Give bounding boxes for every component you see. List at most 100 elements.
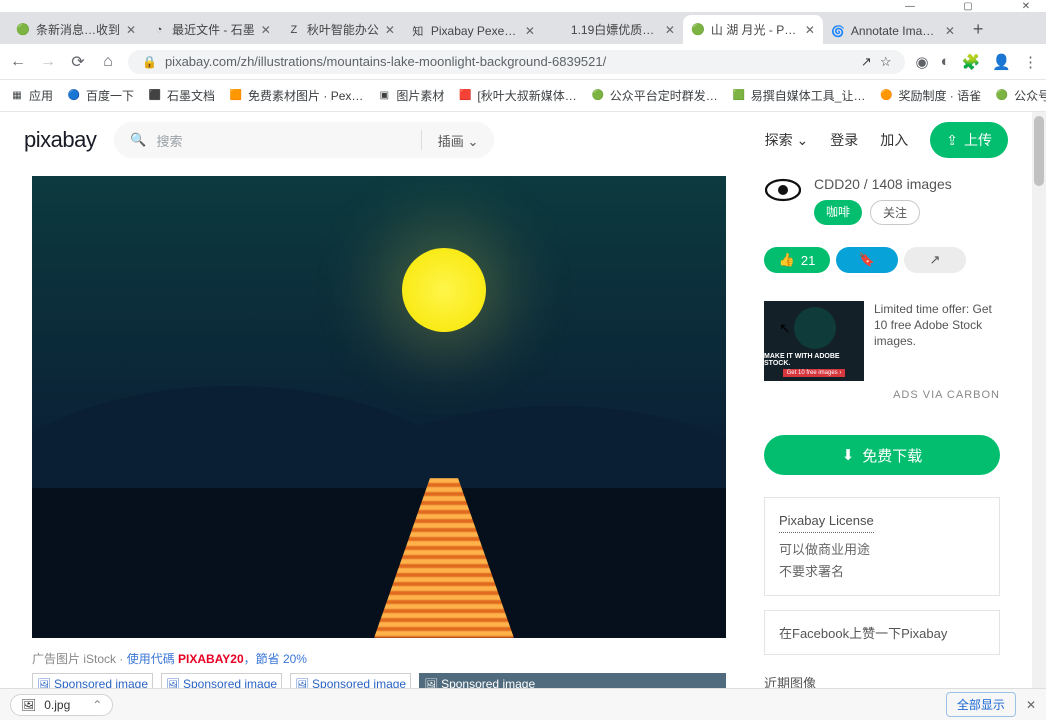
- sponsored-image[interactable]: Sponsored image: [419, 673, 726, 688]
- close-shelf-button[interactable]: ✕: [1026, 698, 1036, 712]
- tab-0[interactable]: 🟢条新消息…收到✕: [8, 15, 144, 44]
- tab-title: 山 湖 月光 - Pix…: [711, 21, 799, 38]
- upload-label: 上传: [964, 130, 992, 150]
- bookmark-item[interactable]: 🟧 免费素材图片 · Pex…: [229, 87, 363, 104]
- menu-icon[interactable]: ⋮: [1023, 53, 1038, 71]
- main-column: 广告图片 iStock · 使用代碼 PIXABAY20，節省 20% Spon…: [32, 176, 726, 688]
- nav-home-button[interactable]: ⌂: [98, 52, 118, 72]
- bookmark-item[interactable]: ▣图片素材: [377, 87, 444, 104]
- bookmarks-bar: ▦应用 🔵百度一下 ⬛石墨文档 🟧 免费素材图片 · Pex… ▣图片素材 🟥[秋…: [0, 80, 1046, 112]
- scrollbar-thumb[interactable]: [1034, 116, 1044, 186]
- author-avatar[interactable]: [764, 176, 802, 204]
- follow-button[interactable]: 关注: [870, 200, 920, 225]
- share-button[interactable]: ↗: [904, 247, 966, 273]
- bookmark-item[interactable]: ⬛石墨文档: [148, 87, 215, 104]
- show-all-downloads[interactable]: 全部显示: [946, 692, 1016, 717]
- window-max-button[interactable]: ▢: [954, 1, 982, 12]
- nav-reload-button[interactable]: ⟳: [68, 52, 88, 72]
- bookmark-label: 免费素材图片 · Pex…: [248, 87, 363, 104]
- author-name[interactable]: CDD20 / 1408 images: [814, 176, 952, 192]
- window-titlebar: — ▢ ✕: [0, 0, 1046, 12]
- ext-icon-1[interactable]: ◉: [915, 53, 928, 71]
- toolbar-right: ◉ ◐ 🧩 👤 ⋮: [915, 53, 1038, 71]
- close-icon[interactable]: ✕: [261, 23, 271, 37]
- close-icon[interactable]: ✕: [525, 24, 535, 38]
- close-icon[interactable]: ✕: [126, 23, 136, 37]
- tab-4[interactable]: 1.19白嫖优质资… ✕: [543, 15, 683, 44]
- nav-back-button[interactable]: ←: [8, 52, 28, 72]
- author-block: CDD20 / 1408 images 咖啡 关注: [764, 176, 1000, 225]
- bookmark-item[interactable]: 🟥[秋叶大叔新媒体…: [458, 87, 576, 104]
- tab-favicon: Z: [287, 23, 301, 37]
- tab-favicon: 🟢: [16, 23, 30, 37]
- new-tab-button[interactable]: +: [963, 15, 994, 44]
- facebook-box[interactable]: 在Facebook上赞一下Pixabay: [764, 610, 1000, 655]
- coffee-button[interactable]: 咖啡: [814, 200, 862, 225]
- star-icon[interactable]: ☆: [880, 54, 892, 70]
- bookmark-icon: 🟧: [229, 89, 243, 103]
- ad-block[interactable]: MAKE IT WITH ADOBE STOCK. Get 10 free im…: [764, 301, 1000, 381]
- profile-icon[interactable]: 👤: [992, 53, 1011, 71]
- apps-icon: ▦: [10, 89, 24, 103]
- tab-title: 1.19白嫖优质资…: [571, 21, 659, 38]
- nav-join[interactable]: 加入: [880, 130, 908, 150]
- sponsored-image[interactable]: Sponsored image: [290, 673, 411, 688]
- tab-favicon: [551, 23, 565, 37]
- close-icon[interactable]: ✕: [665, 23, 675, 37]
- extensions-icon[interactable]: 🧩: [962, 53, 981, 71]
- tab-favicon: 知: [411, 24, 425, 38]
- tab-title: Pixabay Pexels…: [431, 24, 519, 38]
- download-button[interactable]: ⬇ 免费下载: [764, 435, 1000, 475]
- hero-image[interactable]: [32, 176, 726, 638]
- download-chip[interactable]: 🖼 0.jpg ⌃: [10, 694, 113, 716]
- ext-icon-2[interactable]: ◐: [941, 53, 950, 70]
- window-close-button[interactable]: ✕: [1012, 1, 1040, 12]
- tab-1[interactable]: ◔最近文件 - 石墨✕: [144, 15, 279, 44]
- istock-link[interactable]: 使用代碼 PIXABAY20，節省 20%: [127, 652, 307, 666]
- eye-icon: [765, 178, 801, 202]
- bookmark-item[interactable]: 🔵百度一下: [67, 87, 134, 104]
- tab-5-active[interactable]: 🟢 山 湖 月光 - Pix… ✕: [683, 15, 823, 44]
- bookmark-icon: 🟩: [732, 89, 746, 103]
- bookmark-icon: 🟢: [591, 89, 605, 103]
- upload-button[interactable]: ⇪上传: [930, 122, 1008, 158]
- bookmark-item[interactable]: 🟢公众号: [995, 87, 1046, 104]
- pixabay-logo[interactable]: pixabay: [24, 127, 96, 153]
- license-line: 可以做商业用途: [779, 542, 870, 557]
- window-min-button[interactable]: —: [896, 1, 924, 12]
- page-scrollbar[interactable]: [1032, 112, 1046, 688]
- search-category[interactable]: 插画 ⌄: [438, 131, 479, 150]
- save-button[interactable]: 🔖: [836, 247, 898, 273]
- tab-favicon: ◔: [152, 23, 166, 37]
- site-search[interactable]: 🔍 搜索 插画 ⌄: [114, 122, 494, 158]
- chevron-up-icon[interactable]: ⌃: [92, 698, 102, 712]
- close-icon[interactable]: ✕: [945, 24, 955, 38]
- page-viewport: pixabay 🔍 搜索 插画 ⌄ 探索 ⌄ 登录 加入 ⇪上传: [0, 112, 1046, 688]
- sponsored-image[interactable]: Sponsored image: [32, 673, 153, 688]
- close-icon[interactable]: ✕: [805, 23, 815, 37]
- license-title[interactable]: Pixabay License: [779, 510, 874, 533]
- bookmark-label: 公众平台定时群发…: [610, 87, 718, 104]
- omnibox[interactable]: 🔒 pixabay.com/zh/illustrations/mountains…: [128, 50, 905, 74]
- tab-favicon: 🟢: [691, 23, 705, 37]
- bookmark-item[interactable]: 🟢 公众平台定时群发…: [591, 87, 718, 104]
- ad-text: Limited time offer: Get 10 free Adobe St…: [874, 301, 1000, 381]
- nav-forward-button[interactable]: →: [38, 52, 58, 72]
- license-box: Pixabay License 可以做商业用途 不要求署名: [764, 497, 1000, 596]
- like-button[interactable]: 👍21: [764, 247, 830, 273]
- share-icon[interactable]: ↗: [861, 54, 872, 70]
- search-icon: 🔍: [130, 132, 146, 148]
- tab-2[interactable]: Z秋叶智能办公✕: [279, 15, 403, 44]
- nav-login[interactable]: 登录: [830, 130, 858, 150]
- close-icon[interactable]: ✕: [385, 23, 395, 37]
- bookmark-item[interactable]: 🟠奖励制度 · 语雀: [879, 87, 981, 104]
- sponsored-image[interactable]: Sponsored image: [161, 673, 282, 688]
- action-row: 👍21 🔖 ↗: [764, 247, 1000, 273]
- bookmark-apps[interactable]: ▦应用: [10, 87, 53, 104]
- tab-3[interactable]: 知 Pixabay Pexels… ✕: [403, 18, 543, 44]
- bookmark-item[interactable]: 🟩易撰自媒体工具_让…: [732, 87, 866, 104]
- nav-explore[interactable]: 探索 ⌄: [765, 130, 809, 150]
- tab-6[interactable]: 🌀Annotate Imag…✕: [823, 18, 963, 44]
- recent-images: 近期图像: [764, 673, 1000, 688]
- bookmark-icon: ▣: [377, 89, 391, 103]
